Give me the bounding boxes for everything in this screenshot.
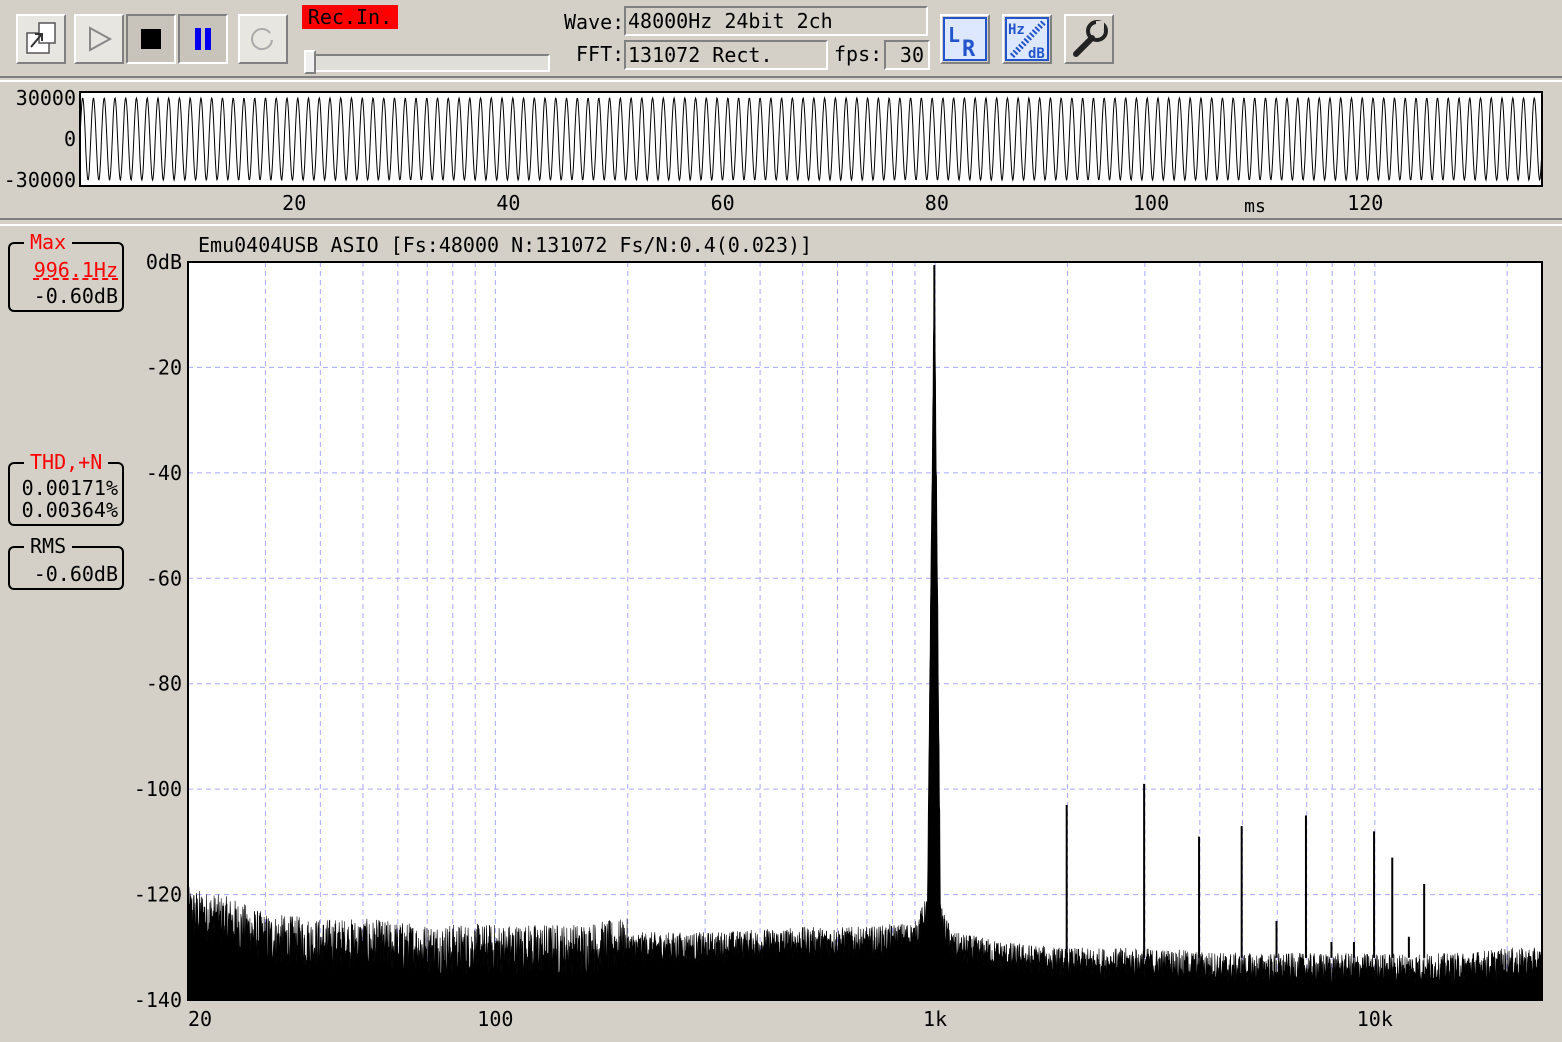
- waveform-x-tick: 20: [282, 191, 306, 215]
- repeat-button[interactable]: [238, 14, 288, 64]
- rms-title: RMS: [24, 534, 73, 558]
- max-readout: Max 996.1Hz -0.60dB: [8, 230, 124, 312]
- spectrum-chart[interactable]: Emu0404USB ASIO [Fs:48000 N:131072 Fs/N:…: [0, 226, 1562, 1042]
- stop-icon: [141, 29, 161, 49]
- svg-text:Hz: Hz: [1008, 22, 1025, 38]
- input-level-slider[interactable]: [304, 54, 550, 72]
- spectrum-x-tick: 1k: [923, 1007, 947, 1031]
- rms-readout: RMS -0.60dB: [8, 534, 124, 590]
- spectrum-y-tick: -120: [134, 883, 182, 907]
- input-level-thumb[interactable]: [304, 50, 316, 74]
- waveform-x-tick: 60: [711, 191, 735, 215]
- lr-channel-icon: L R: [943, 17, 987, 62]
- waveform-x-tick: 40: [496, 191, 520, 215]
- toolbar: Rec.In. Wave: 48000Hz 24bit 2ch FFT: 131…: [0, 0, 1562, 78]
- pause-icon: [195, 28, 211, 50]
- thd-value: 0.00171%: [21, 476, 118, 500]
- spectrum-x-tick: 10k: [1357, 1007, 1393, 1031]
- max-level: -0.60dB: [33, 284, 118, 308]
- waveform-x-tick: 100: [1133, 191, 1169, 215]
- wrench-icon: [1073, 20, 1108, 57]
- waveform-chart[interactable]: 30000 0 -30000 20 40 60 80 100 120 ms: [0, 82, 1562, 218]
- fft-setting-field[interactable]: 131072 Rect.: [624, 40, 828, 70]
- export-button[interactable]: [16, 14, 66, 64]
- svg-text:L: L: [948, 23, 960, 47]
- waveform-panel: 30000 0 -30000 20 40 60 80 100 120 ms: [0, 80, 1562, 220]
- waveform-x-tick: 80: [925, 191, 949, 215]
- spectrum-header: Emu0404USB ASIO [Fs:48000 N:131072 Fs/N:…: [198, 233, 812, 257]
- spectrum-x-tick: 20: [188, 1007, 212, 1031]
- waveform-x-tick: 120: [1347, 191, 1383, 215]
- spectrum-y-tick: -40: [146, 461, 182, 485]
- spectrum-y-tick: -80: [146, 672, 182, 696]
- play-button[interactable]: [74, 14, 124, 64]
- pause-button[interactable]: [178, 14, 228, 64]
- waveform-y-tick: 0: [64, 127, 76, 151]
- spectrum-plot-area: [187, 261, 1543, 1001]
- settings-button[interactable]: [1064, 14, 1114, 64]
- svg-text:R: R: [962, 37, 976, 62]
- thd-title: THD,+N: [24, 450, 109, 474]
- spectrum-x-tick: 100: [477, 1007, 513, 1031]
- waveform-y-tick: 30000: [16, 86, 76, 110]
- max-frequency: 996.1Hz: [33, 258, 118, 282]
- spectrum-panel: Max 996.1Hz -0.60dB THD,+N 0.00171% 0.00…: [0, 224, 1562, 1042]
- spectrum-y-tick: -20: [146, 355, 182, 379]
- svg-text:dB: dB: [1028, 46, 1045, 62]
- repeat-icon: [251, 28, 273, 51]
- export-icon: [26, 22, 56, 54]
- wave-format-field[interactable]: 48000Hz 24bit 2ch: [624, 6, 928, 36]
- waveform-y-tick: -30000: [4, 168, 76, 192]
- spectrum-y-tick: -100: [134, 777, 182, 801]
- fps-field[interactable]: 30: [884, 40, 930, 70]
- lr-channel-button[interactable]: L R: [940, 14, 990, 64]
- fft-label: FFT:: [576, 42, 625, 66]
- hz-db-scale-button[interactable]: Hz dB: [1002, 14, 1052, 64]
- max-title: Max: [24, 230, 73, 254]
- spectrum-y-tick: -60: [146, 566, 182, 590]
- stop-button[interactable]: [126, 14, 176, 64]
- rms-value: -0.60dB: [33, 562, 118, 586]
- fps-label: fps:: [834, 42, 883, 66]
- play-icon: [89, 26, 113, 52]
- spectrum-y-tick: 0dB: [146, 250, 182, 274]
- thdn-value: 0.00364%: [21, 498, 118, 522]
- wave-label: Wave:: [564, 10, 625, 34]
- thd-readout: THD,+N 0.00171% 0.00364%: [8, 450, 124, 526]
- hz-db-scale-icon: Hz dB: [1005, 17, 1049, 62]
- rec-input-label[interactable]: Rec.In.: [302, 5, 398, 29]
- spectrum-y-tick: -140: [134, 988, 182, 1012]
- waveform-x-unit: ms: [1244, 196, 1266, 217]
